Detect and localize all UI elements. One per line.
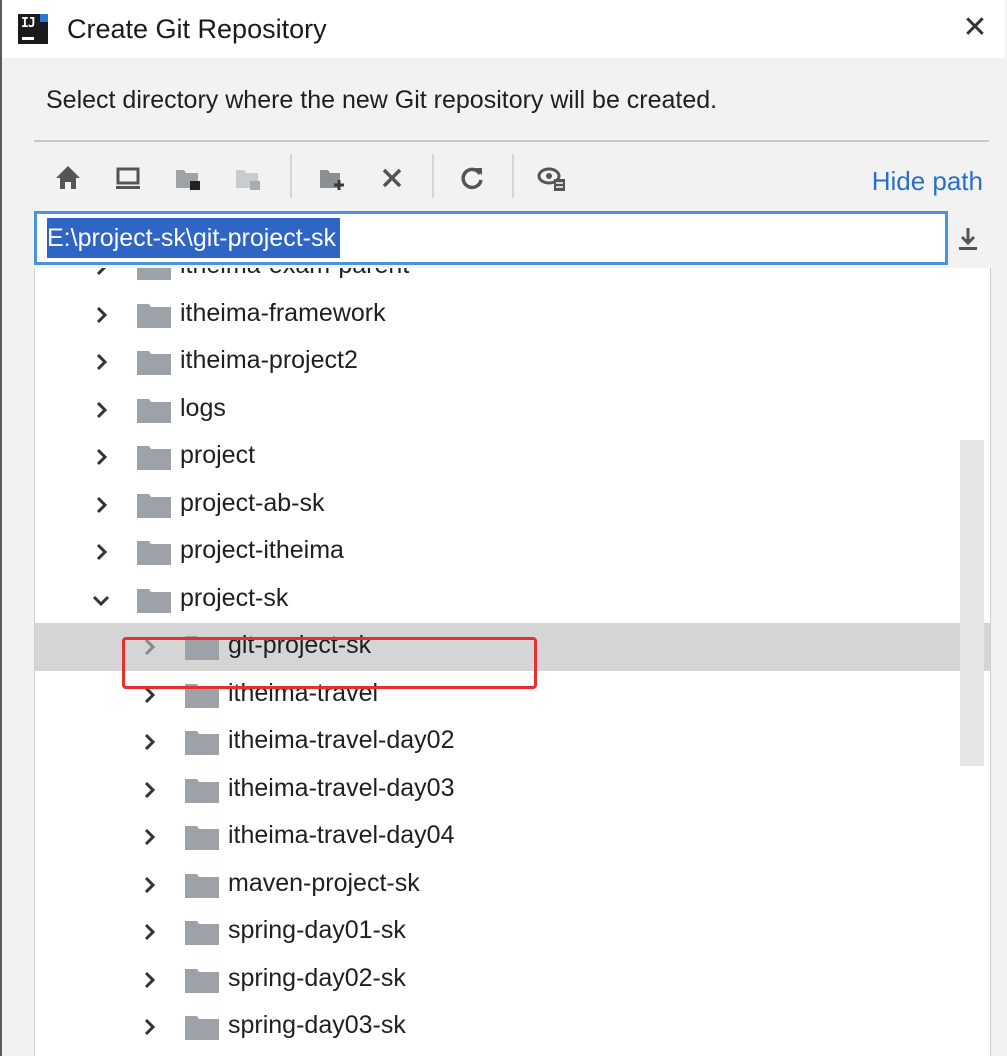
project-folder-icon[interactable] [170, 160, 206, 196]
chevron-right-icon[interactable] [137, 730, 161, 754]
folder-icon [185, 968, 221, 993]
hide-path-link[interactable]: Hide path [872, 166, 983, 197]
chevron-right-icon[interactable] [89, 398, 113, 422]
tree-item-label: itheima-travel-day04 [228, 821, 455, 849]
toolbar-separator [432, 154, 434, 198]
chevron-right-icon[interactable] [137, 968, 161, 992]
tree-item-label: project-itheima [180, 536, 344, 564]
tree-row[interactable]: spring-day01-sk [35, 908, 990, 956]
folder-icon [185, 921, 221, 945]
title-bar: IJ Create Git Repository ✕ [2, 0, 1005, 58]
tree-item-label: logs [180, 393, 226, 422]
tree-item-label: itheima-project2 [180, 346, 358, 374]
chevron-down-icon[interactable] [89, 588, 113, 612]
tree-row[interactable]: itheima-exam-parent [35, 268, 990, 291]
tree-item-label: itheima-travel-day03 [228, 773, 455, 802]
file-chooser-toolbar [42, 152, 602, 206]
tree-item-label: project [180, 441, 256, 469]
tree-row[interactable]: itheima-travel-day02 [35, 718, 990, 766]
toolbar-separator [512, 154, 514, 198]
desktop-icon[interactable] [110, 160, 146, 196]
tree-row[interactable]: project [35, 433, 990, 481]
folder-icon [185, 778, 221, 803]
folder-icon [137, 268, 173, 280]
divider [34, 140, 989, 142]
chevron-right-icon[interactable] [89, 540, 113, 564]
folder-icon [185, 826, 221, 850]
refresh-icon[interactable] [454, 160, 490, 196]
folder-icon [185, 873, 221, 898]
toolbar-separator [290, 154, 292, 198]
path-field[interactable]: E:\project-sk\git-project-sk [34, 211, 948, 265]
chevron-right-icon[interactable] [89, 268, 113, 279]
folder-icon [137, 541, 173, 565]
chevron-right-icon[interactable] [89, 303, 113, 327]
chevron-right-icon[interactable] [137, 920, 161, 944]
tree-item-label: project-ab-sk [180, 488, 325, 517]
tree-item-label: spring-day01-sk [228, 916, 406, 944]
tree-item-label: itheima-travel-day02 [228, 726, 455, 754]
create-git-repository-dialog: IJ Create Git Repository ✕ Select direct… [0, 0, 1005, 1056]
tree-item-label: maven-project-sk [228, 868, 420, 897]
home-icon[interactable] [50, 160, 86, 196]
intellij-app-icon: IJ [18, 14, 48, 44]
chevron-right-icon[interactable] [89, 493, 113, 517]
chevron-right-icon[interactable] [137, 778, 161, 802]
tree-row[interactable]: itheima-travel-day03 [35, 766, 990, 814]
tree-scrollbar-thumb[interactable] [960, 440, 984, 766]
folder-icon [137, 493, 173, 518]
tree-row[interactable]: itheima-project2 [35, 338, 990, 386]
tree-item-label: itheima-exam-parent [180, 268, 409, 280]
folder-icon [185, 1016, 221, 1040]
show-hidden-icon[interactable] [534, 160, 570, 196]
folder-icon [185, 731, 221, 755]
tree-item-label: project-sk [180, 583, 289, 612]
folder-icon [137, 351, 173, 375]
tree-row[interactable]: logs [35, 386, 990, 434]
tree-row[interactable]: itheima-framework [35, 291, 990, 339]
close-button[interactable]: ✕ [955, 8, 995, 48]
folder-icon [137, 588, 173, 613]
folder-icon [137, 398, 173, 423]
tree-item-label: spring-day03-sk [228, 1011, 406, 1039]
tree-row[interactable]: spring-day02-sk [35, 956, 990, 1004]
tree-row[interactable]: project-ab-sk [35, 481, 990, 529]
module-folder-icon[interactable] [230, 160, 266, 196]
delete-icon[interactable] [374, 160, 410, 196]
dialog-prompt: Select directory where the new Git repos… [46, 86, 718, 114]
tree-row[interactable]: project-sk [35, 576, 990, 624]
new-folder-icon[interactable] [314, 160, 350, 196]
chevron-right-icon[interactable] [137, 873, 161, 897]
tree-item-label: itheima-framework [180, 298, 386, 327]
path-text-selected: E:\project-sk\git-project-sk [47, 218, 340, 258]
window-title: Create Git Repository [67, 14, 327, 44]
chevron-right-icon[interactable] [137, 1015, 161, 1039]
tree-row[interactable]: itheima-travel-day04 [35, 813, 990, 861]
folder-icon [137, 446, 173, 470]
download-icon[interactable] [950, 220, 986, 256]
chevron-right-icon[interactable] [137, 825, 161, 849]
tree-row[interactable]: project-itheima [35, 528, 990, 576]
tree-row[interactable]: maven-project-sk [35, 861, 990, 909]
chevron-right-icon[interactable] [89, 350, 113, 374]
chevron-right-icon[interactable] [89, 445, 113, 469]
folder-icon [137, 303, 173, 328]
tree-row[interactable]: spring-day03-sk [35, 1003, 990, 1051]
annotation-highlight-box [122, 637, 537, 689]
tree-item-label: spring-day02-sk [228, 963, 406, 992]
